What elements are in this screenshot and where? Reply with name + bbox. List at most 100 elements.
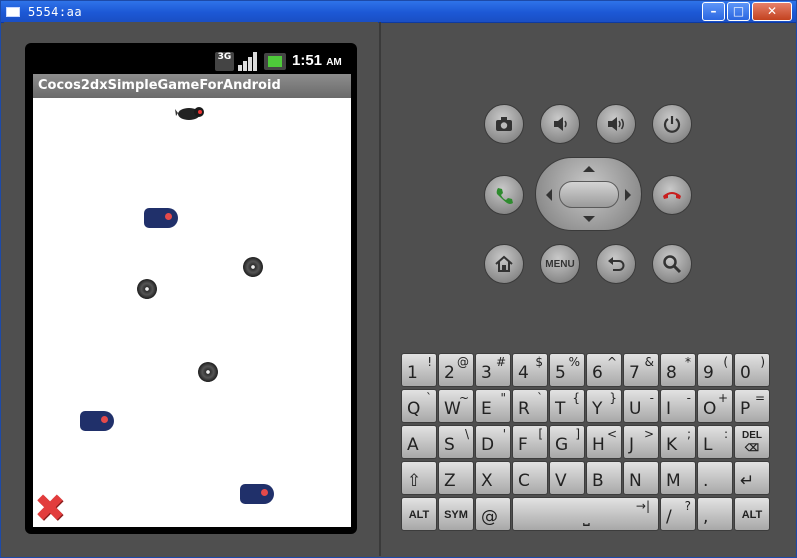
key-comma[interactable]: ,: [697, 497, 733, 531]
keyboard-key[interactable]: J >: [623, 425, 659, 459]
key-enter[interactable]: ↵: [734, 461, 770, 495]
call-button[interactable]: [484, 175, 524, 215]
keyboard-key[interactable]: 5%: [549, 353, 585, 387]
key-alt-label: &: [644, 355, 654, 369]
key-delete[interactable]: DEL ⌫: [734, 425, 770, 459]
keyboard-key[interactable]: L:: [697, 425, 733, 459]
key-sym[interactable]: SYM: [438, 497, 474, 531]
back-button[interactable]: [596, 244, 636, 284]
keyboard-key[interactable]: 4 $: [512, 353, 548, 387]
keyboard-key[interactable]: F[: [512, 425, 548, 459]
volume-up-button[interactable]: [596, 104, 636, 144]
keyboard-key[interactable]: M: [660, 461, 696, 495]
maximize-button[interactable]: □: [727, 2, 750, 21]
keyboard-key[interactable]: C: [512, 461, 548, 495]
volume-down-button[interactable]: [540, 104, 580, 144]
dpad-right-icon[interactable]: [625, 189, 637, 201]
keyboard-key[interactable]: H <: [586, 425, 622, 459]
key-alt-label: ): [760, 355, 765, 369]
key-label: C: [518, 471, 530, 491]
network-3g-icon: 3G: [215, 52, 234, 71]
back-icon: [608, 257, 625, 271]
key-label: .: [703, 471, 709, 491]
key-label: /: [666, 507, 672, 527]
key-alt-label: *: [685, 355, 691, 369]
dpad-left-icon[interactable]: [540, 189, 552, 201]
key-alt-label: @: [457, 355, 469, 369]
keyboard-key[interactable]: K;: [660, 425, 696, 459]
menu-button[interactable]: MENU: [540, 244, 580, 284]
device-screen[interactable]: 3G 1:51 AM Cocos2dxSimpleGameForAndroid …: [33, 49, 351, 527]
key-alt-label: [: [538, 427, 543, 441]
key-alt-label: ]: [575, 427, 580, 441]
keyboard-key[interactable]: Y}: [586, 389, 622, 423]
key-alt-label: \: [464, 427, 469, 441]
keyboard-key[interactable]: U-: [623, 389, 659, 423]
keyboard-key[interactable]: 9(: [697, 353, 733, 387]
key-alt-label: <: [606, 427, 617, 441]
keyboard-key[interactable]: .: [697, 461, 733, 495]
keyboard-key[interactable]: T{: [549, 389, 585, 423]
key-alt-right[interactable]: ALT: [734, 497, 770, 531]
keyboard-key[interactable]: R `: [512, 389, 548, 423]
key-alt-label: (: [723, 355, 728, 369]
key-label: I: [666, 399, 672, 419]
keyboard-key[interactable]: N: [623, 461, 659, 495]
keyboard-key[interactable]: O +: [697, 389, 733, 423]
dpad[interactable]: [535, 157, 642, 231]
search-button[interactable]: [652, 244, 692, 284]
key-label: 0: [740, 363, 751, 383]
keyboard-key[interactable]: 6 ^: [586, 353, 622, 387]
dpad-up-icon[interactable]: [583, 160, 595, 172]
key-alt-left[interactable]: ALT: [401, 497, 437, 531]
power-button[interactable]: [652, 104, 692, 144]
backspace-icon: ⌫: [744, 443, 760, 454]
call-icon: [496, 188, 513, 204]
home-button[interactable]: [484, 244, 524, 284]
key-space[interactable]: ⎵ →|: [512, 497, 659, 531]
key-label: 4: [518, 363, 529, 383]
key-label: B: [592, 471, 604, 491]
keyboard-key[interactable]: D ': [475, 425, 511, 459]
close-button[interactable]: ✕: [752, 2, 792, 21]
keyboard-key[interactable]: I-: [660, 389, 696, 423]
key-label: G: [555, 435, 569, 455]
keyboard-key[interactable]: 0): [734, 353, 770, 387]
keyboard-key[interactable]: E ": [475, 389, 511, 423]
keyboard-key[interactable]: Q `: [401, 389, 437, 423]
quit-icon[interactable]: ✖: [34, 486, 66, 527]
keyboard-key[interactable]: W ~: [438, 389, 474, 423]
keyboard-key[interactable]: 7 &: [623, 353, 659, 387]
key-label: 1: [407, 363, 418, 383]
keyboard-key[interactable]: B: [586, 461, 622, 495]
keyboard-key[interactable]: S \: [438, 425, 474, 459]
end-call-button[interactable]: [652, 175, 692, 215]
power-icon: [663, 116, 681, 133]
key-label: DEL: [742, 430, 762, 441]
dpad-center-button[interactable]: [559, 181, 619, 208]
keyboard-key[interactable]: 3 #: [475, 353, 511, 387]
key-alt-label: ~: [458, 391, 469, 405]
key-slash[interactable]: /?: [660, 497, 696, 531]
keyboard-key[interactable]: X: [475, 461, 511, 495]
key-alt-label: +: [717, 391, 728, 405]
key-alt-label: {: [572, 391, 580, 405]
keyboard-key[interactable]: 2 @: [438, 353, 474, 387]
dpad-down-icon[interactable]: [583, 216, 595, 228]
keyboard-key[interactable]: P =: [734, 389, 770, 423]
minimize-button[interactable]: –: [702, 2, 725, 21]
camera-button[interactable]: [484, 104, 524, 144]
keyboard-key[interactable]: Z: [438, 461, 474, 495]
keyboard-key[interactable]: 8 *: [660, 353, 696, 387]
shuriken: [243, 257, 263, 277]
keyboard-key[interactable]: G]: [549, 425, 585, 459]
ghost-monster: [240, 484, 274, 504]
key-at[interactable]: @: [475, 497, 511, 531]
title-bar[interactable]: 5554:aa – □ ✕: [1, 1, 796, 23]
keyboard-key[interactable]: V: [549, 461, 585, 495]
keyboard-key[interactable]: 1!: [401, 353, 437, 387]
key-shift[interactable]: ⇧: [401, 461, 437, 495]
keyboard-key[interactable]: A: [401, 425, 437, 459]
key-label: ⇧: [407, 471, 422, 491]
key-alt-label: ;: [686, 427, 691, 441]
